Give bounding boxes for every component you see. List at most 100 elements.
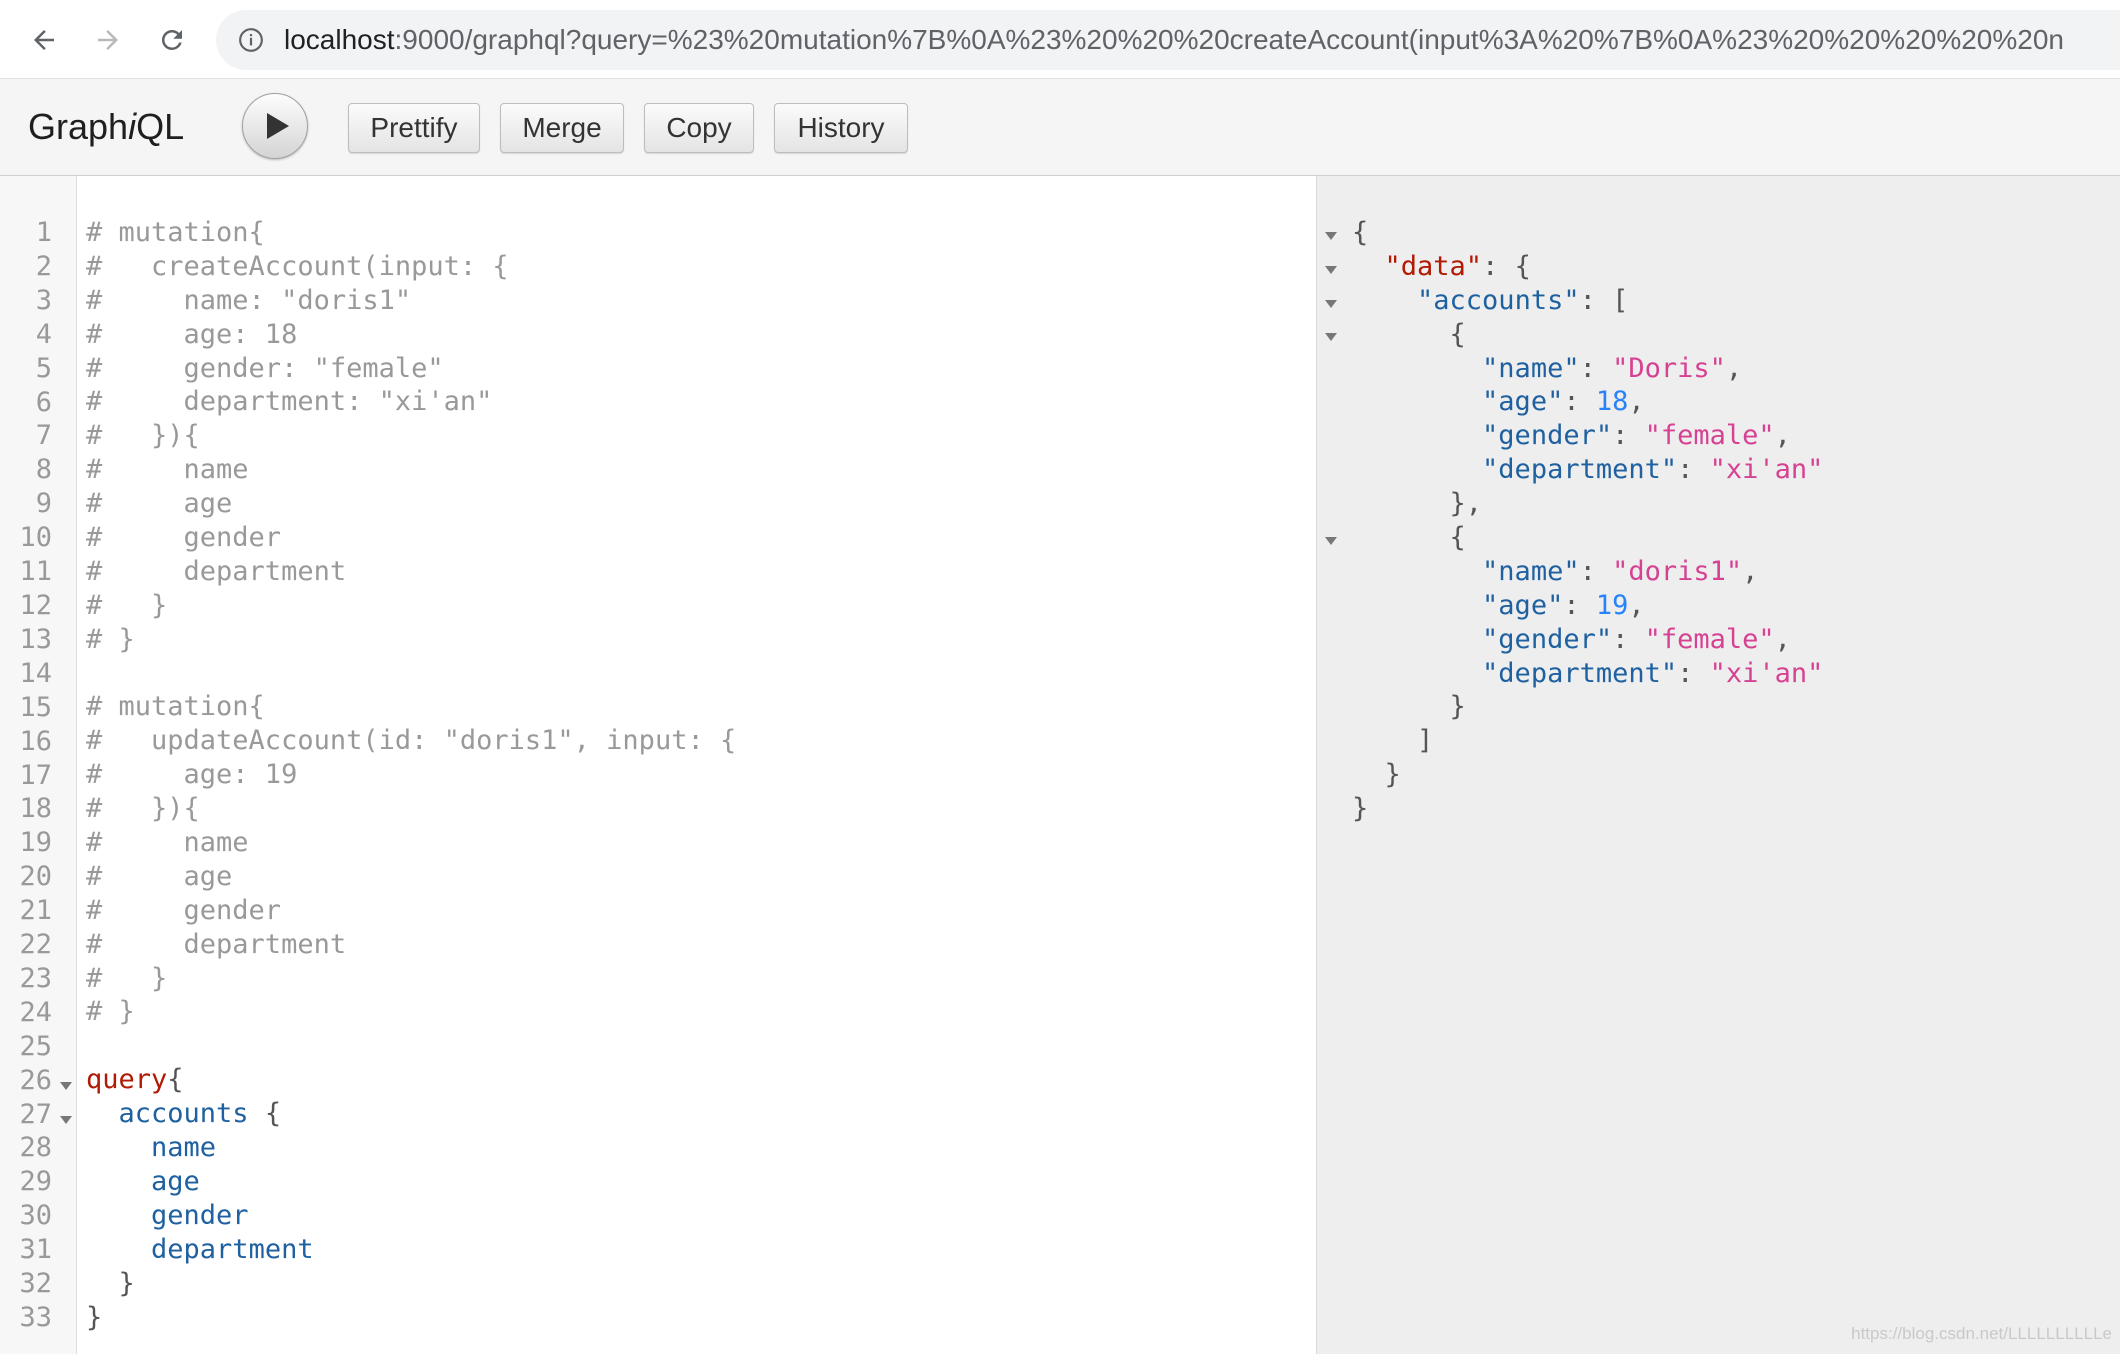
comment-token: # name: "doris1": [86, 284, 412, 316]
code-line: # gender: [86, 894, 736, 928]
prettify-button[interactable]: Prettify: [348, 103, 480, 153]
json-line: }: [1352, 792, 1823, 826]
code-token: }: [1352, 691, 1466, 723]
fold-arrow-icon[interactable]: [1325, 266, 1337, 274]
json-line: "gender": "female",: [1352, 419, 1823, 453]
comment-token: # age: [86, 860, 233, 892]
comment-token: # department: [86, 555, 347, 587]
line-numbers: 1 2 3 4 5 6 7 8 9 10 11 12 13 14 15 16 1…: [19, 217, 52, 1333]
comment-token: # department: [86, 928, 347, 960]
code-line: # }: [86, 623, 736, 657]
code-line: # }){: [86, 419, 736, 453]
code-token: :: [1563, 386, 1596, 418]
field-token: gender: [151, 1199, 249, 1231]
json-line: }: [1352, 758, 1823, 792]
back-arrow-icon[interactable]: [24, 20, 64, 60]
code-line: department: [86, 1233, 736, 1267]
comment-token: # mutation{: [86, 217, 265, 248]
json-string: "xi'an": [1709, 454, 1824, 486]
code-line: # updateAccount(id: "doris1", input: {: [86, 724, 736, 758]
code-token: :: [1579, 555, 1613, 587]
fold-arrow-icon[interactable]: [60, 1082, 72, 1090]
reload-icon[interactable]: [152, 20, 192, 60]
fold-arrow-icon[interactable]: [1325, 537, 1337, 545]
comment-token: # createAccount(input: {: [86, 250, 509, 282]
json-key: "department": [1482, 657, 1678, 689]
punctuation-token: }: [86, 1301, 103, 1333]
comment-token: # age: 18: [86, 318, 298, 350]
json-key: "age": [1482, 589, 1564, 621]
address-bar[interactable]: localhost:9000/graphql?query=%23%20mutat…: [216, 10, 2120, 70]
code-line: # age: [86, 487, 736, 521]
code-line: # name: [86, 453, 736, 487]
info-icon[interactable]: [238, 27, 264, 53]
json-key: "name": [1482, 555, 1580, 587]
watermark: https://blog.csdn.net/LLLLLLLLLLe: [1851, 1324, 2112, 1343]
url-text[interactable]: localhost:9000/graphql?query=%23%20mutat…: [284, 10, 2064, 70]
code-token: ,: [1774, 623, 1791, 655]
json-key: "data": [1384, 250, 1483, 282]
punctuation-token: {: [167, 1064, 184, 1096]
comment-token: # }: [86, 996, 135, 1028]
field-token: name: [151, 1132, 217, 1164]
json-line: {: [1352, 318, 1823, 352]
url-host: localhost: [284, 24, 395, 55]
code-line: # age: 18: [86, 318, 736, 352]
punctuation-token: {: [248, 1098, 282, 1130]
forward-arrow-icon[interactable]: [88, 20, 128, 60]
code-token: :: [1612, 420, 1645, 452]
comment-token: # gender: [86, 894, 282, 926]
query-code[interactable]: # mutation{# createAccount(input: {# nam…: [86, 216, 736, 1334]
comment-token: # gender: "female": [86, 352, 444, 384]
code-line: query{: [86, 1063, 736, 1097]
code-token: }: [1352, 793, 1369, 825]
comment-token: # name: [86, 454, 249, 486]
code-line: # }: [86, 962, 736, 996]
code-token: :: [1563, 589, 1596, 621]
comment-token: # }: [86, 623, 135, 655]
url-path: :9000/graphql?query=%23%20mutation%7B%0A…: [394, 24, 2064, 55]
comment-token: # }: [86, 962, 168, 994]
query-editor[interactable]: 1 2 3 4 5 6 7 8 9 10 11 12 13 14 15 16 1…: [0, 176, 1317, 1354]
field-token: age: [151, 1165, 200, 1197]
fold-arrow-icon[interactable]: [60, 1116, 72, 1124]
json-key: "gender": [1482, 420, 1613, 452]
code-line: # mutation{: [86, 690, 736, 724]
comment-token: # }){: [86, 793, 200, 825]
json-line: ]: [1352, 724, 1823, 758]
copy-button[interactable]: Copy: [644, 103, 754, 153]
json-key: "age": [1482, 386, 1564, 418]
code-line: # }: [86, 995, 736, 1029]
comment-token: # department: "xi'an": [86, 386, 493, 418]
code-line: # gender: "female": [86, 352, 736, 386]
play-icon: [267, 113, 289, 139]
code-line: # mutation{: [86, 216, 736, 250]
json-line: },: [1352, 487, 1823, 521]
merge-button[interactable]: Merge: [500, 103, 624, 153]
execute-query-button[interactable]: [242, 93, 308, 159]
history-button[interactable]: History: [774, 103, 908, 153]
fold-arrow-icon[interactable]: [1325, 232, 1337, 240]
json-string: "Doris": [1612, 352, 1726, 384]
json-line: {: [1352, 216, 1823, 250]
json-line: "department": "xi'an": [1352, 453, 1823, 487]
fold-arrow-icon[interactable]: [1325, 300, 1337, 308]
json-key: "name": [1482, 352, 1580, 384]
code-line: }: [86, 1267, 736, 1301]
code-line: # department: [86, 555, 736, 589]
code-token: ,: [1774, 420, 1791, 452]
comment-token: # name: [86, 827, 249, 859]
fold-arrow-icon[interactable]: [1325, 333, 1337, 341]
code-token: :: [1612, 623, 1645, 655]
json-key: "gender": [1482, 623, 1613, 655]
